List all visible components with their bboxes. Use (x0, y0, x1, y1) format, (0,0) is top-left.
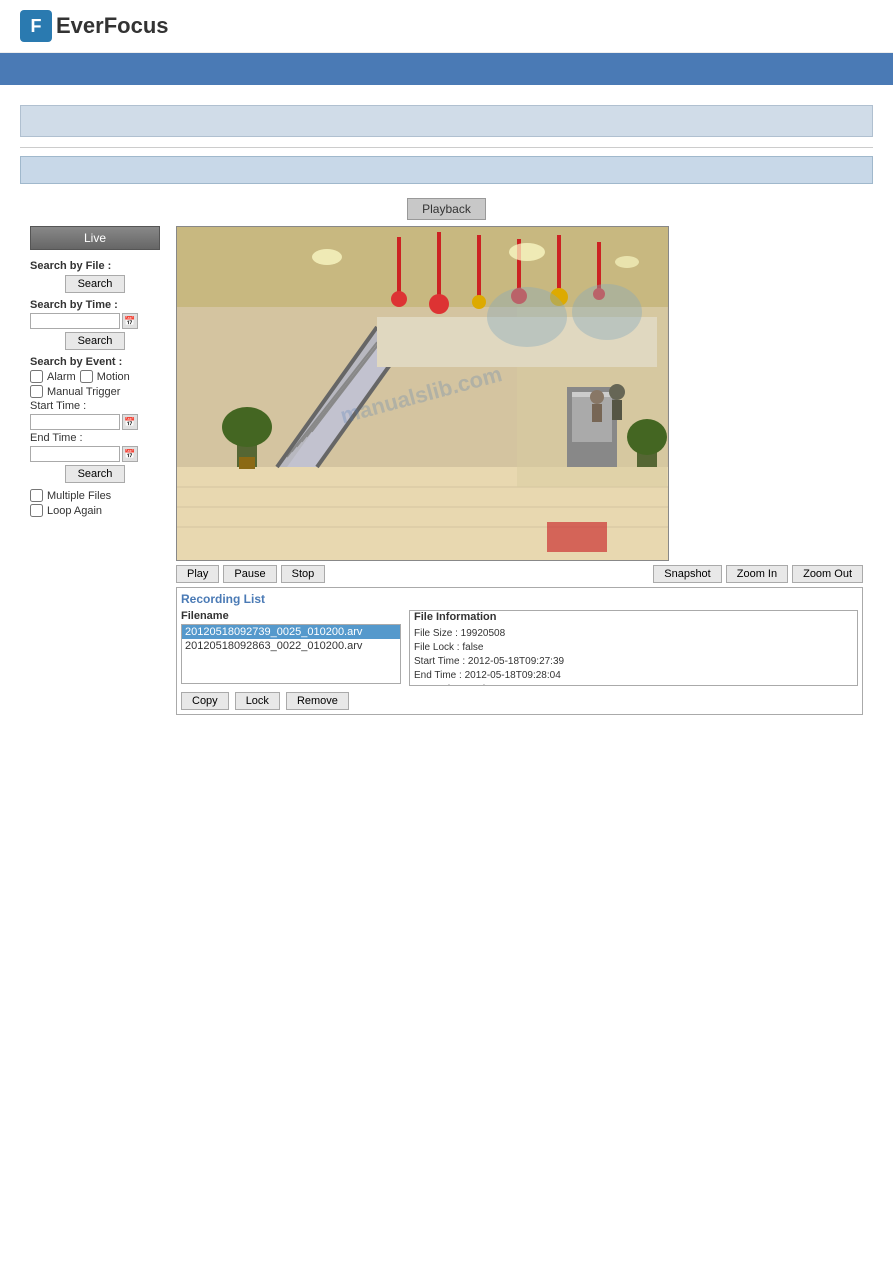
search-file-button[interactable]: Search (65, 275, 125, 293)
start-time-input-row: 📅 (30, 414, 160, 430)
multiple-files-checkbox[interactable] (30, 489, 43, 502)
multiple-files-row: Multiple Files (30, 489, 160, 502)
remove-button[interactable]: Remove (286, 692, 349, 710)
file-info-content: File Size : 19920508File Lock : falseSta… (410, 625, 857, 685)
recording-columns: Filename 20120518092739_0025_010200.arv2… (181, 610, 858, 686)
zoom-in-button[interactable]: Zoom In (726, 565, 788, 583)
loop-again-label: Loop Again (47, 505, 102, 517)
video-frame: manualslib.com (176, 226, 669, 561)
search-by-file-label: Search by File : (30, 260, 160, 272)
content: Playback Live Search by File : Search Se… (0, 85, 893, 725)
manual-trigger-row: Manual Trigger (30, 385, 160, 398)
filename-col-header: Filename (181, 610, 401, 622)
video-area: manualslib.com Play Pause Stop Snapshot … (176, 226, 863, 715)
playback-area: Playback (20, 192, 873, 226)
file-item[interactable]: 20120518092863_0022_010200.arv (182, 639, 400, 653)
action-buttons: Copy Lock Remove (181, 692, 858, 710)
search-section: Search by File : Search Search by Time :… (30, 260, 160, 517)
svg-text:F: F (31, 16, 42, 36)
file-info-line: End Time : 2012-05-18T09:28:04 (414, 669, 853, 683)
search-event-button[interactable]: Search (65, 465, 125, 483)
manual-trigger-checkbox[interactable] (30, 385, 43, 398)
start-time-label: Start Time : (30, 400, 160, 412)
file-info-column: File Information File Size : 19920508Fil… (409, 610, 858, 686)
alarm-checkbox[interactable] (30, 370, 43, 383)
filename-column: Filename 20120518092739_0025_010200.arv2… (181, 610, 401, 686)
search-by-event-label: Search by Event : (30, 356, 160, 368)
recording-list: Recording List Filename 20120518092739_0… (176, 587, 863, 715)
time-input[interactable] (30, 313, 120, 329)
end-time-input[interactable] (30, 446, 120, 462)
main-panel: Live Search by File : Search Search by T… (20, 226, 873, 715)
divider (20, 147, 873, 148)
end-time-label: End Time : (30, 432, 160, 444)
file-info-line: File Lock : false (414, 641, 853, 655)
file-list[interactable]: 20120518092739_0025_010200.arv2012051809… (181, 624, 401, 684)
nav-bar (0, 53, 893, 85)
motion-label: Motion (97, 371, 130, 383)
start-time-input[interactable] (30, 414, 120, 430)
calendar-button-end[interactable]: 📅 (122, 446, 138, 462)
pause-button[interactable]: Pause (223, 565, 276, 583)
file-info-line: File Size : 19920508 (414, 627, 853, 641)
stop-button[interactable]: Stop (281, 565, 326, 583)
alarm-row: Alarm Motion (30, 370, 160, 383)
live-button[interactable]: Live (30, 226, 160, 250)
search-by-time-label: Search by Time : (30, 299, 160, 311)
recording-list-title: Recording List (181, 592, 858, 606)
logo-text: EverFocus (56, 13, 169, 39)
loop-again-row: Loop Again (30, 504, 160, 517)
controls-row: Play Pause Stop Snapshot Zoom In Zoom Ou… (176, 565, 863, 583)
loop-again-checkbox[interactable] (30, 504, 43, 517)
file-info-line: Event List : Motion (414, 683, 853, 685)
zoom-out-button[interactable]: Zoom Out (792, 565, 863, 583)
snapshot-button[interactable]: Snapshot (653, 565, 721, 583)
calendar-button-time[interactable]: 📅 (122, 313, 138, 329)
playback-button[interactable]: Playback (407, 198, 486, 220)
view-controls: Snapshot Zoom In Zoom Out (653, 565, 863, 583)
manual-trigger-label: Manual Trigger (47, 386, 120, 398)
file-info-col-header: File Information (410, 611, 857, 623)
alarm-label: Alarm (47, 371, 76, 383)
everfocus-logo-icon: F (20, 10, 52, 42)
video-scene: manualslib.com (177, 227, 669, 561)
play-button[interactable]: Play (176, 565, 219, 583)
logo: F EverFocus (20, 10, 873, 42)
lock-button[interactable]: Lock (235, 692, 280, 710)
header: F EverFocus (0, 0, 893, 53)
end-time-input-row: 📅 (30, 446, 160, 462)
calendar-button-start[interactable]: 📅 (122, 414, 138, 430)
file-info-line: Start Time : 2012-05-18T09:27:39 (414, 655, 853, 669)
time-input-row: 📅 (30, 313, 160, 329)
motion-checkbox[interactable] (80, 370, 93, 383)
sidebar: Live Search by File : Search Search by T… (30, 226, 160, 715)
sub-nav (20, 105, 873, 137)
section-header (20, 156, 873, 184)
multiple-files-label: Multiple Files (47, 490, 111, 502)
file-item[interactable]: 20120518092739_0025_010200.arv (182, 625, 400, 639)
search-time-button[interactable]: Search (65, 332, 125, 350)
copy-button[interactable]: Copy (181, 692, 229, 710)
